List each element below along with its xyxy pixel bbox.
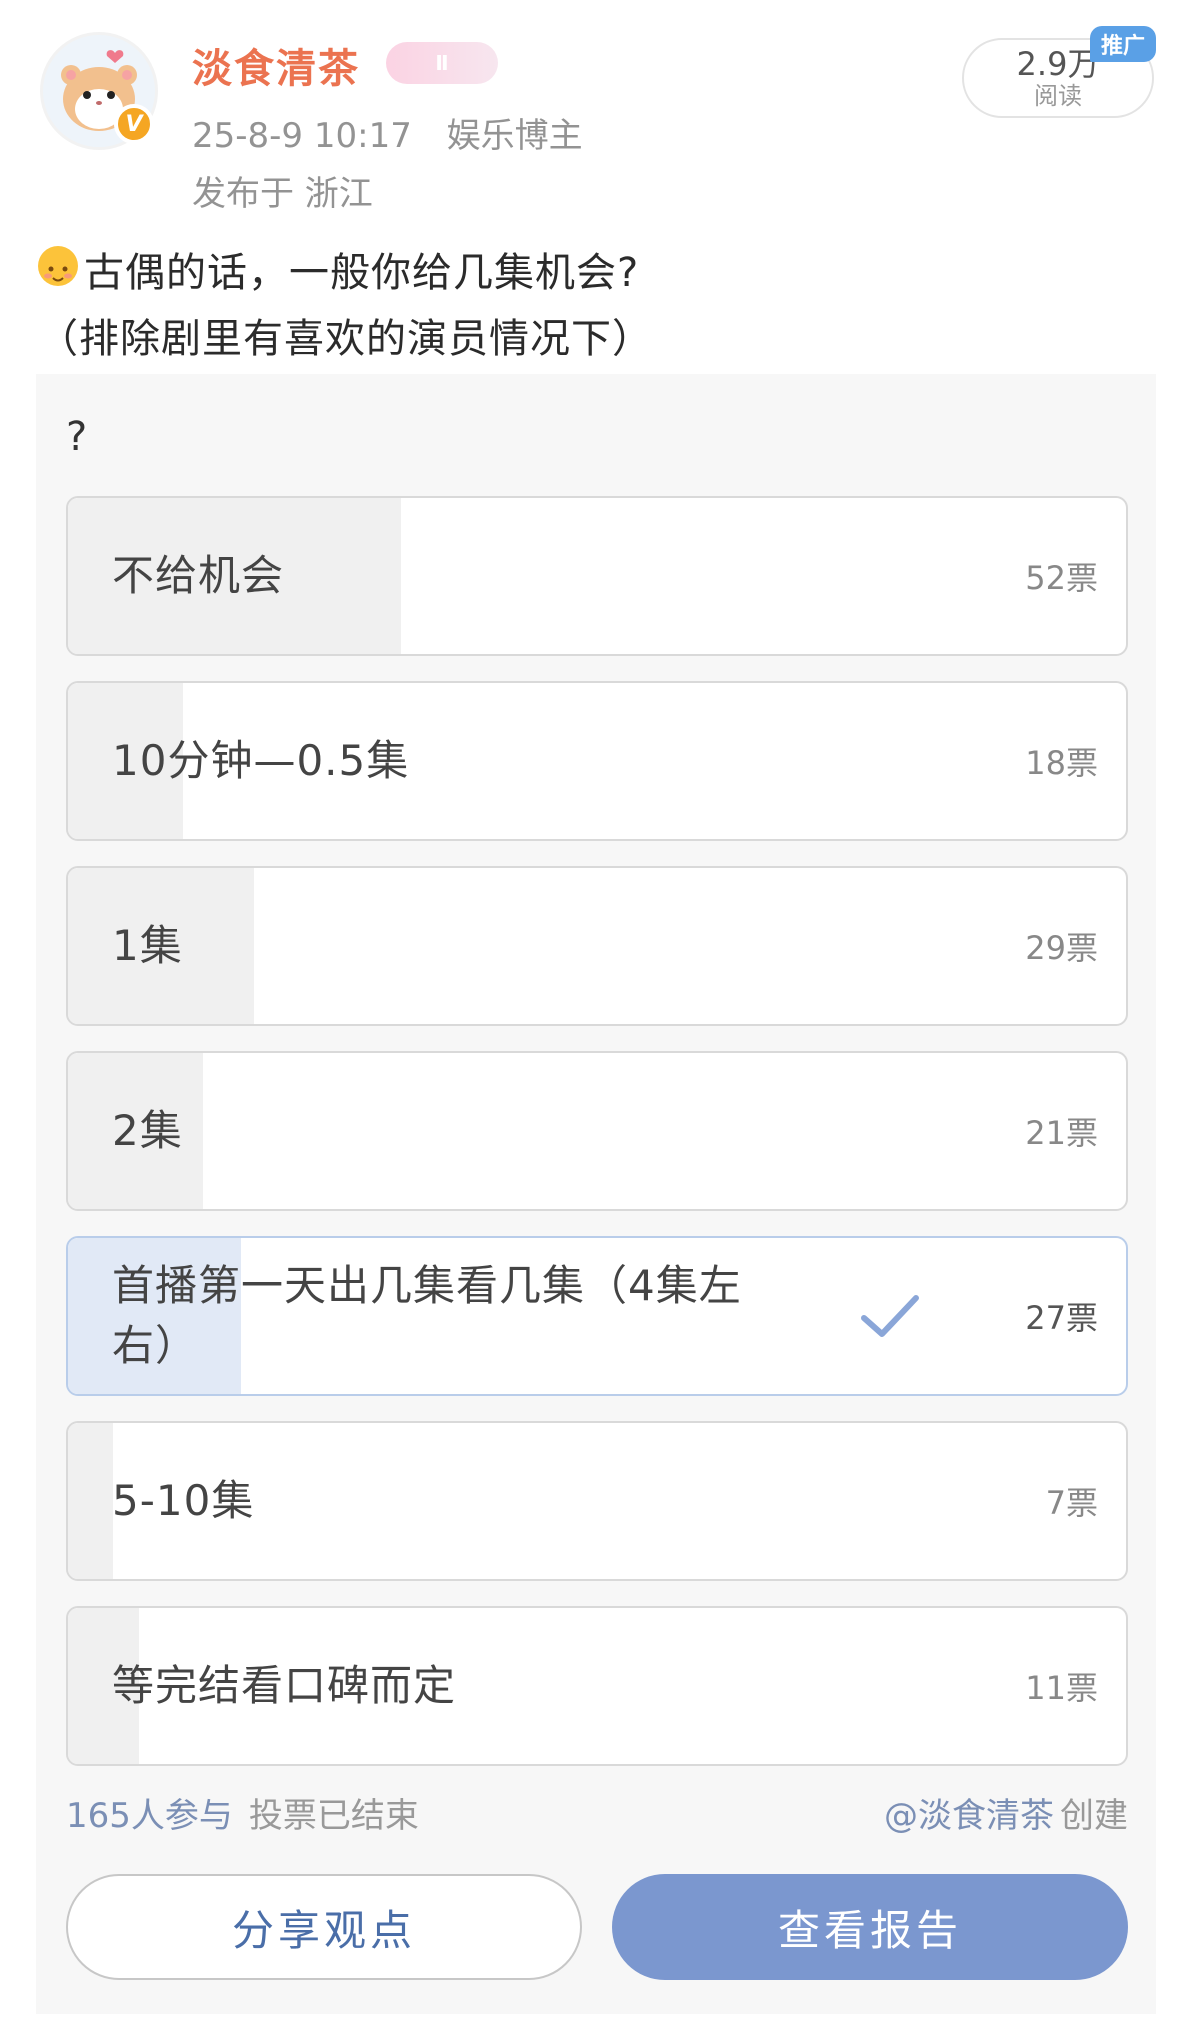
post-text-line-1: 古偶的话，一般你给几集机会?	[38, 240, 1168, 306]
post-timestamp: 25-8-9 10:17	[192, 116, 412, 156]
poll-option[interactable]: 5-10集 7票	[66, 1421, 1128, 1581]
post-location: 发布于 浙江	[192, 174, 373, 214]
option-label: 1集	[112, 921, 183, 970]
option-fill-bar	[68, 1423, 113, 1579]
member-badge-level: Ⅱ	[435, 51, 449, 75]
poll-option[interactable]: 2集 21票	[66, 1051, 1128, 1211]
participants-count: 165人参与	[66, 1796, 233, 1836]
post-meta: 25-8-9 10:17 娱乐博主	[192, 108, 583, 157]
post-text-line-2: （排除剧里有喜欢的演员情况下）	[38, 316, 653, 362]
option-label: 等完结看口碑而定	[112, 1661, 457, 1710]
option-votes: 21票	[1025, 1114, 1098, 1152]
option-label: 不给机会	[112, 551, 285, 600]
verified-badge-icon: V	[114, 104, 154, 144]
post-text: 古偶的话，一般你给几集机会? （排除剧里有喜欢的演员情况下）	[38, 240, 1168, 372]
smile-emoji-icon	[38, 246, 78, 286]
creator-action: 创建	[1060, 1796, 1128, 1836]
poll-footer-stats: 165人参与 投票已结束	[66, 1788, 419, 1837]
poll-question: ?	[66, 414, 88, 460]
poll-card: ? 不给机会 52票 10分钟—0.5集 18票 1集 29票 2集 21票 首…	[36, 374, 1156, 2014]
option-votes: 52票	[1025, 559, 1098, 597]
poll-option[interactable]: 不给机会 52票	[66, 496, 1128, 656]
check-icon	[861, 1295, 919, 1337]
poll-option[interactable]: 等完结看口碑而定 11票	[66, 1606, 1128, 1766]
option-label: 2集	[112, 1106, 183, 1155]
option-votes: 27票	[1025, 1299, 1098, 1337]
poll-option[interactable]: 10分钟—0.5集 18票	[66, 681, 1128, 841]
poll-status: 投票已结束	[248, 1796, 419, 1836]
author-tag: 娱乐博主	[446, 116, 583, 156]
option-votes: 18票	[1025, 744, 1098, 782]
promo-tag[interactable]: 推广	[1090, 26, 1156, 62]
poll-option-selected[interactable]: 首播第一天出几集看几集（4集左右） 27票	[66, 1236, 1128, 1396]
view-report-button[interactable]: 查看报告	[612, 1874, 1128, 1980]
option-label: 10分钟—0.5集	[112, 736, 410, 785]
creator-link[interactable]: @淡食清茶	[884, 1796, 1054, 1836]
post-text-main: 古偶的话，一般你给几集机会?	[84, 250, 640, 296]
option-label: 5-10集	[112, 1476, 255, 1525]
reads-label: 阅读	[1034, 82, 1082, 110]
option-votes: 29票	[1025, 929, 1098, 967]
poll-option[interactable]: 1集 29票	[66, 866, 1128, 1026]
member-badge[interactable]: Ⅱ	[386, 42, 498, 84]
option-label: 首播第一天出几集看几集（4集左右）	[112, 1261, 742, 1370]
author-name[interactable]: 淡食清茶	[192, 36, 360, 94]
poll-creator: @淡食清茶 创建	[884, 1788, 1128, 1837]
share-opinion-button[interactable]: 分享观点	[66, 1874, 582, 1980]
option-votes: 7票	[1045, 1484, 1098, 1522]
option-votes: 11票	[1025, 1669, 1098, 1707]
